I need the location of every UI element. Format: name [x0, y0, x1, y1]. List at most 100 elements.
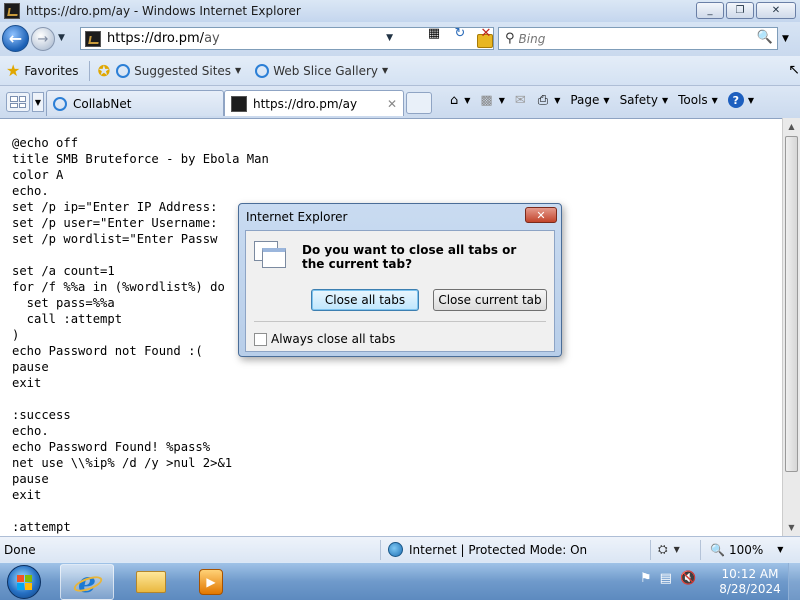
fav-item-label: Suggested Sites: [134, 63, 232, 78]
taskbar-internet-explorer[interactable]: e: [60, 564, 114, 600]
mail-icon: ✉: [514, 92, 526, 108]
site-favicon-icon: [85, 30, 101, 47]
scroll-up-icon[interactable]: ▲: [783, 118, 800, 135]
safety-menu[interactable]: Safety ▼: [616, 91, 673, 109]
compatibility-view-icon[interactable]: ▦: [424, 24, 444, 42]
home-button[interactable]: ⌂ ▼: [446, 91, 474, 110]
forward-button[interactable]: →: [31, 27, 55, 51]
home-icon: ⌂: [450, 92, 459, 108]
tabs-icon: [254, 241, 286, 269]
add-to-favorites-icon[interactable]: ✪: [98, 62, 111, 80]
media-player-icon: ▶: [199, 569, 223, 595]
maximize-button[interactable]: ❐: [726, 2, 754, 19]
volume-muted-icon[interactable]: 🔇: [680, 571, 696, 586]
chevron-down-icon: ▼: [235, 66, 242, 75]
address-url[interactable]: https://dro.pm/ay: [107, 31, 220, 46]
chevron-down-icon: ▼: [673, 545, 680, 554]
show-desktop-button[interactable]: [788, 563, 800, 600]
protected-mode-settings[interactable]: ⛭ ▼: [658, 542, 680, 557]
read-mail-button[interactable]: ✉: [511, 91, 532, 110]
scrollbar-thumb[interactable]: [785, 136, 798, 472]
dialog-title: Internet Explorer: [246, 210, 348, 224]
tools-menu-label: Tools: [678, 93, 708, 107]
divider: [88, 60, 90, 81]
fav-item-web-slice-gallery[interactable]: Web Slice Gallery ▼: [255, 63, 389, 78]
clock-date: 8/28/2024: [719, 582, 781, 596]
close-tab-icon[interactable]: ✕: [387, 97, 397, 111]
vertical-scrollbar[interactable]: ▲ ▼: [782, 118, 800, 536]
chevron-down-icon: ▼: [777, 545, 784, 554]
shield-icon: ⛭: [658, 542, 668, 556]
search-options-dropdown[interactable]: ▼: [782, 34, 789, 44]
zoom-icon: 🔍: [710, 542, 725, 557]
site-favicon-icon: [231, 95, 247, 112]
fav-item-label: Web Slice Gallery: [273, 63, 378, 78]
tab-label: https://dro.pm/ay: [253, 96, 358, 111]
stop-icon[interactable]: ✕: [476, 24, 496, 42]
minimize-button[interactable]: _: [696, 2, 724, 19]
tab-list-dropdown[interactable]: ▼: [32, 92, 44, 112]
back-button[interactable]: ←: [2, 25, 29, 52]
favorites-button[interactable]: ★ Favorites: [6, 61, 79, 80]
print-button[interactable]: ⎙ ▼: [534, 91, 565, 110]
zoom-control[interactable]: 🔍 100% ▼: [710, 543, 783, 557]
app-icon: [4, 3, 20, 19]
page-menu[interactable]: Page ▼: [566, 91, 613, 109]
network-icon[interactable]: ▤: [660, 571, 672, 586]
safety-menu-label: Safety: [619, 93, 658, 107]
recent-pages-dropdown[interactable]: ▼: [58, 33, 65, 43]
feeds-button[interactable]: ▩ ▼: [476, 91, 508, 110]
search-icon[interactable]: 🔍: [757, 30, 773, 45]
taskbar: e ▶ ⚑ ▤ 🔇 10:12 AM 8/28/2024: [0, 562, 800, 600]
chevron-down-icon: ▼: [661, 95, 669, 105]
rss-icon: ▩: [480, 92, 493, 108]
start-button[interactable]: [4, 563, 44, 600]
taskbar-media-player[interactable]: ▶: [184, 564, 238, 600]
new-tab-button[interactable]: [406, 92, 432, 114]
quick-tabs-button[interactable]: [6, 92, 30, 112]
chevron-down-icon: ▼: [464, 95, 471, 105]
close-current-tab-button[interactable]: Close current tab: [433, 289, 547, 311]
address-row: ← → ▼ https://dro.pm/ay ▼ ▦ ↻ ✕ ⚲ 🔍 ▼: [0, 22, 800, 56]
tab-row: ▼ CollabNet https://dro.pm/ay ✕ ⌂ ▼ ▩ ▼ ✉ …: [0, 86, 800, 118]
close-window-button[interactable]: ✕: [756, 2, 796, 19]
favorites-star-icon: ★: [6, 61, 21, 80]
close-tabs-dialog: Internet Explorer ✕ Do you want to close…: [238, 203, 562, 357]
search-box[interactable]: ⚲ 🔍: [498, 27, 778, 50]
tab-dro-pm[interactable]: https://dro.pm/ay ✕: [224, 90, 404, 116]
address-dropdown-icon[interactable]: ▼: [386, 33, 393, 43]
fav-item-suggested-sites[interactable]: Suggested Sites ▼: [116, 63, 242, 78]
tools-menu[interactable]: Tools ▼: [674, 91, 722, 109]
search-input[interactable]: [518, 31, 739, 46]
help-menu[interactable]: ? ▼: [724, 90, 758, 110]
security-zone[interactable]: Internet | Protected Mode: On: [388, 542, 587, 557]
title-bar: https://dro.pm/ay - Windows Internet Exp…: [0, 0, 800, 22]
printer-icon: ⎙: [537, 92, 549, 108]
favorites-bar: ★ Favorites ✪ Suggested Sites ▼ Web Slic…: [0, 56, 800, 86]
security-zone-label: Internet | Protected Mode: On: [409, 542, 588, 557]
window-title: https://dro.pm/ay - Windows Internet Exp…: [26, 4, 301, 18]
tab-collabnet[interactable]: CollabNet: [46, 90, 224, 116]
scroll-down-icon[interactable]: ▼: [783, 519, 800, 536]
chevron-down-icon: ▼: [711, 95, 718, 105]
close-all-tabs-button[interactable]: Close all tabs: [311, 289, 419, 311]
taskbar-file-explorer[interactable]: [124, 564, 178, 600]
tab-label: CollabNet: [73, 96, 132, 111]
system-tray: ⚑ ▤ 🔇: [640, 571, 696, 586]
divider: [254, 321, 546, 322]
clock[interactable]: 10:12 AM 8/28/2024: [718, 567, 782, 597]
page-menu-label: Page: [570, 93, 600, 107]
always-close-checkbox[interactable]: [254, 332, 267, 346]
chevron-down-icon: ▼: [382, 66, 389, 75]
chevron-down-icon: ▼: [554, 95, 561, 105]
refresh-icon[interactable]: ↻: [450, 24, 470, 42]
batch-script-text: @echo off title SMB Bruteforce - by Ebol…: [12, 136, 269, 534]
window-controls: _ ❐ ✕: [696, 2, 796, 19]
mouse-cursor-icon: ↖: [788, 62, 800, 78]
flag-icon[interactable]: ⚑: [640, 571, 652, 586]
dialog-close-button[interactable]: ✕: [525, 207, 557, 223]
always-close-row[interactable]: Always close all tabs: [254, 332, 395, 346]
favorites-label: Favorites: [24, 63, 79, 78]
dialog-question: Do you want to close all tabs or the cur…: [302, 243, 517, 271]
chevron-down-icon: ▼: [603, 95, 610, 105]
